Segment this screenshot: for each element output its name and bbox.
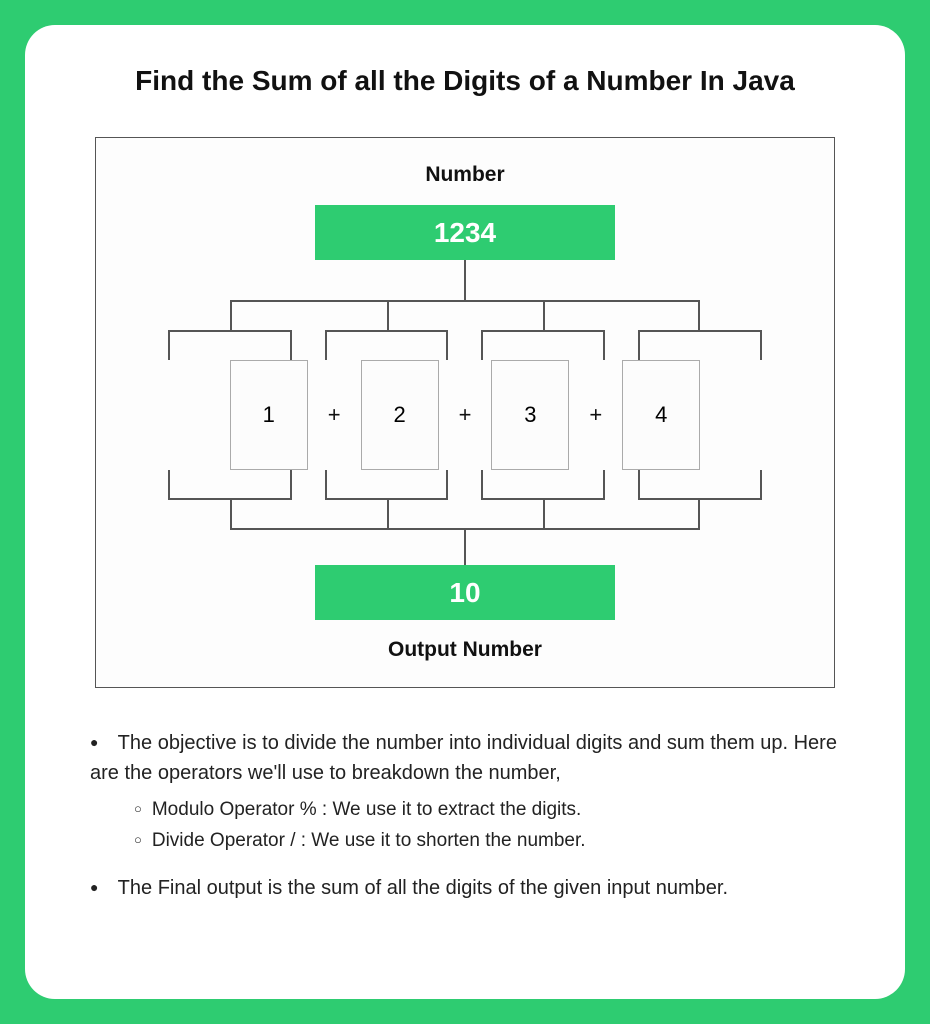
bullet-text: The Final output is the sum of all the d… <box>118 877 728 899</box>
plus-icon: + <box>589 402 602 428</box>
diagram-frame: Number 1234 1 + 2 + 3 + 4 <box>95 137 835 688</box>
sub-list-item: Modulo Operator % : We use it to extract… <box>134 796 840 825</box>
bullet-text: The objective is to divide the number in… <box>90 732 837 784</box>
sub-list-item: Divide Operator / : We use it to shorten… <box>134 827 840 856</box>
digit-box: 3 <box>491 360 569 470</box>
connector-stem <box>464 530 466 565</box>
connector-merge <box>156 470 774 530</box>
page-title: Find the Sum of all the Digits of a Numb… <box>70 65 860 97</box>
digit-box: 2 <box>361 360 439 470</box>
output-number-box: 10 <box>315 565 615 620</box>
connector-split <box>156 300 774 360</box>
digit-box: 4 <box>622 360 700 470</box>
plus-icon: + <box>328 402 341 428</box>
number-label: Number <box>126 163 804 187</box>
explanation-list: The objective is to divide the number in… <box>90 728 840 921</box>
digit-box: 1 <box>230 360 308 470</box>
output-label: Output Number <box>126 638 804 662</box>
plus-icon: + <box>459 402 472 428</box>
input-number-box: 1234 <box>315 205 615 260</box>
list-item: The Final output is the sum of all the d… <box>90 873 840 903</box>
connector-stem <box>464 260 466 300</box>
list-item: The objective is to divide the number in… <box>90 728 840 855</box>
digits-row: 1 + 2 + 3 + 4 <box>156 360 774 470</box>
card: Find the Sum of all the Digits of a Numb… <box>25 25 905 999</box>
